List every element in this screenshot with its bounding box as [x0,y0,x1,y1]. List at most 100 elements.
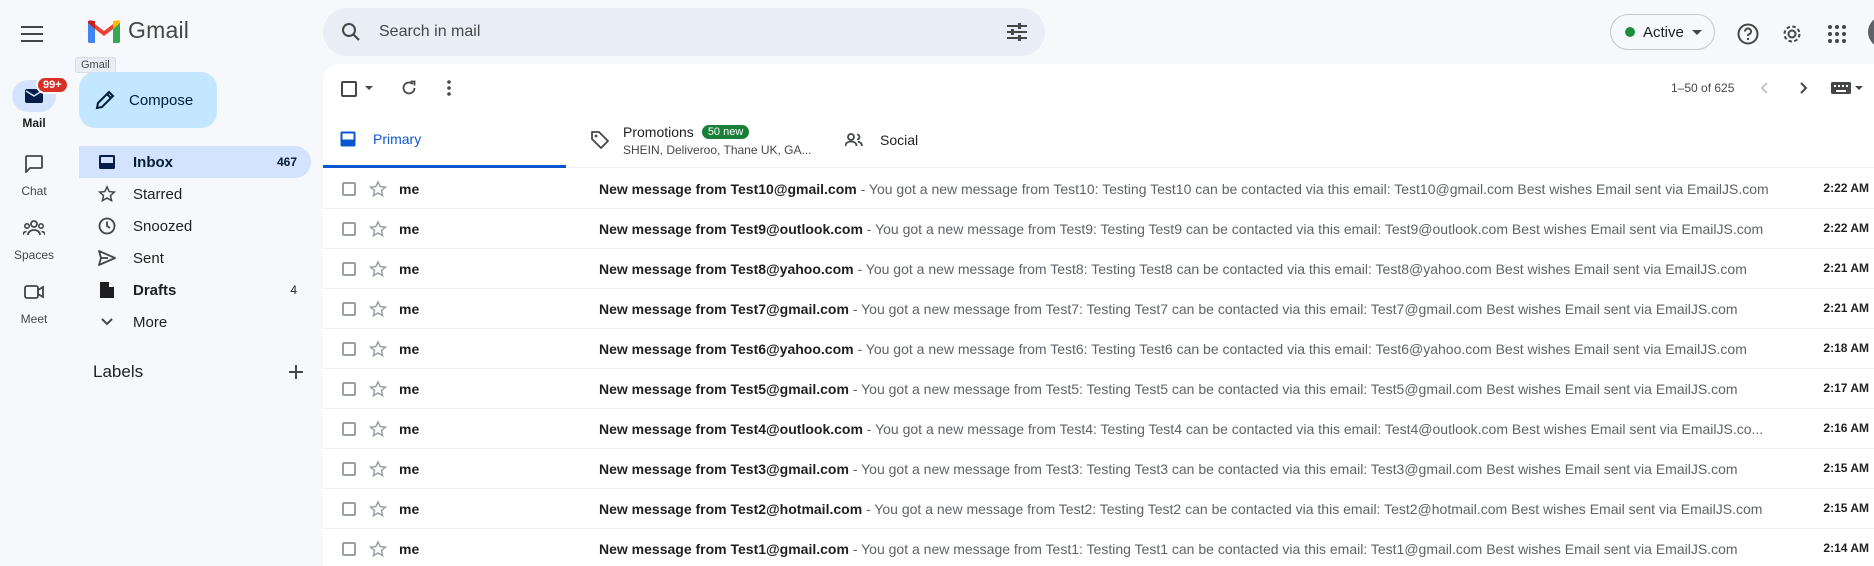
email-time: 2:16 AM [1823,421,1869,435]
rail-mail-pill: 99+ [12,76,69,112]
more-actions-button[interactable] [433,72,465,104]
older-button[interactable] [1788,72,1820,104]
row-checkbox[interactable] [342,462,356,476]
row-checkbox[interactable] [342,382,356,396]
email-subject: New message from Test7@gmail.com [599,301,849,317]
email-subject: New message from Test6@yahoo.com [599,341,854,357]
sidebar-item-starred[interactable]: Starred [79,178,311,210]
star-icon[interactable] [369,500,387,518]
email-row[interactable]: me New message from Test7@gmail.com - Yo… [323,289,1874,329]
star-icon[interactable] [369,220,387,238]
tab-social[interactable]: Social [845,112,918,168]
input-tools-button[interactable] [1825,72,1857,104]
email-sender: me [399,501,420,517]
chevron-down-icon [97,312,117,332]
status-dropdown[interactable]: Active [1610,14,1715,50]
search-input[interactable] [375,8,993,56]
star-icon[interactable] [369,540,387,558]
email-sender: me [399,221,420,237]
email-row[interactable]: me New message from Test6@yahoo.com - Yo… [323,329,1874,369]
email-subject: New message from Test2@hotmail.com [599,501,863,517]
rail-spaces[interactable]: Spaces [0,212,68,262]
email-subject-snippet: New message from Test4@outlook.com - You… [599,421,1819,437]
email-row[interactable]: me New message from Test3@gmail.com - Yo… [323,449,1874,489]
star-icon[interactable] [369,300,387,318]
support-button[interactable] [1728,14,1768,54]
select-dropdown-caret[interactable] [365,86,373,90]
main-menu-button[interactable] [12,14,52,54]
email-subject-snippet: New message from Test3@gmail.com - You g… [599,461,1819,477]
refresh-button[interactable] [393,72,425,104]
row-checkbox[interactable] [342,302,356,316]
sidebar-item-label: Snoozed [133,217,193,235]
newer-button[interactable] [1748,72,1780,104]
email-snippet: - You got a new message from Test3: Test… [848,461,1738,477]
star-icon[interactable] [369,180,387,198]
gmail-logo[interactable]: Gmail [88,17,189,44]
star-icon[interactable] [369,380,387,398]
email-time: 2:22 AM [1823,181,1869,195]
email-time: 2:21 AM [1823,261,1869,275]
labels-title: Labels [93,362,144,381]
row-checkbox[interactable] [342,542,356,556]
row-checkbox[interactable] [342,502,356,516]
google-apps-button[interactable] [1817,14,1857,54]
chevron-down-icon [1691,29,1702,35]
tab-primary[interactable]: Primary [323,112,566,168]
email-subject-snippet: New message from Test7@gmail.com - You g… [599,301,1819,317]
search-icon [342,23,360,41]
email-sender: me [399,541,420,557]
search-button[interactable] [327,8,375,56]
row-checkbox[interactable] [342,422,356,436]
account-avatar[interactable] [1868,16,1874,48]
email-row[interactable]: me New message from Test9@outlook.com - … [323,209,1874,249]
sidebar-item-inbox[interactable]: Inbox 467 [79,146,311,178]
status-label: Active [1643,23,1684,41]
sidebar-item-snoozed[interactable]: Snoozed [79,210,311,242]
rail-chat[interactable]: Chat [0,148,68,198]
rail-mail[interactable]: 99+ Mail [0,76,69,130]
email-row[interactable]: me New message from Test1@gmail.com - Yo… [323,529,1874,566]
select-all-checkbox[interactable] [341,81,357,97]
email-subject-snippet: New message from Test1@gmail.com - You g… [599,541,1819,557]
input-tools-caret[interactable] [1855,86,1863,90]
sidebar-item-more[interactable]: More [79,306,311,338]
sidebar-item-sent[interactable]: Sent [79,242,311,274]
email-row[interactable]: me New message from Test2@hotmail.com - … [323,489,1874,529]
star-icon[interactable] [369,340,387,358]
tab-promotions[interactable]: Promotions 50 new SHEIN, Deliveroo, Than… [591,112,812,168]
status-dot [1625,27,1635,37]
star-icon[interactable] [369,460,387,478]
settings-button[interactable] [1772,14,1812,54]
star-icon[interactable] [369,260,387,278]
compose-button[interactable]: Compose [79,72,217,128]
row-checkbox[interactable] [342,262,356,276]
rail-chat-label: Chat [21,184,47,198]
mail-unread-badge: 99+ [36,76,69,94]
email-row[interactable]: me New message from Test5@gmail.com - Yo… [323,369,1874,409]
sidebar-item-drafts[interactable]: Drafts 4 [79,274,311,306]
create-label-button[interactable] [289,365,303,379]
apps-grid-icon [1828,25,1846,43]
email-row[interactable]: me New message from Test10@gmail.com - Y… [323,169,1874,209]
row-checkbox[interactable] [342,182,356,196]
star-icon[interactable] [369,420,387,438]
rail-chat-pill [12,148,56,180]
email-snippet: - You got a new message from Test10: Tes… [856,181,1769,197]
email-time: 2:18 AM [1823,341,1869,355]
email-sender: me [399,461,420,477]
row-checkbox[interactable] [342,222,356,236]
row-checkbox[interactable] [342,342,356,356]
email-subject-snippet: New message from Test8@yahoo.com - You g… [599,261,1819,277]
email-time: 2:21 AM [1823,301,1869,315]
email-row[interactable]: me New message from Test4@outlook.com - … [323,409,1874,449]
rail-spaces-pill [12,212,56,244]
rail-meet[interactable]: Meet [0,276,68,326]
email-row[interactable]: me New message from Test8@yahoo.com - Yo… [323,249,1874,289]
app-name: Gmail [128,17,190,43]
keyboard-icon [1831,82,1851,94]
search-options-button[interactable] [993,8,1041,56]
email-subject-snippet: New message from Test9@outlook.com - You… [599,221,1819,237]
sidebar-item-label: Inbox [133,153,173,171]
tab-label: Primary [373,130,422,147]
